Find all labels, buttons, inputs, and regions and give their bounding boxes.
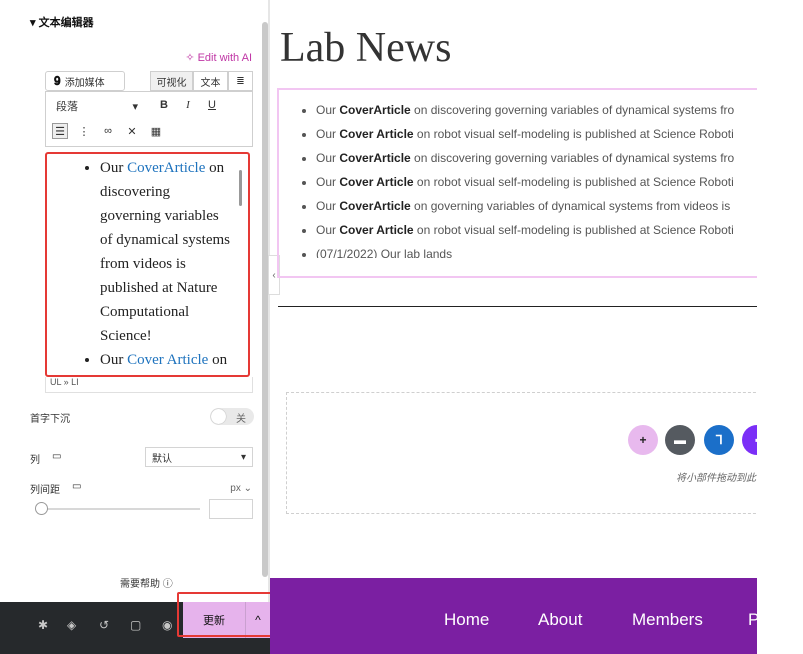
list-item: Our CoverArticle on discovering governin…: [316, 98, 756, 122]
nav-members[interactable]: Members: [632, 610, 703, 630]
news-link[interactable]: CoverArticle: [339, 151, 410, 165]
format-select-value: 段落: [56, 101, 78, 113]
text-before: Our: [100, 352, 128, 368]
news-list: Our CoverArticle on discovering governin…: [296, 98, 756, 258]
toolbar-toggle-icon[interactable]: ≣: [228, 71, 253, 91]
element-path: UL » LI: [45, 377, 253, 393]
drop-cap-toggle[interactable]: 关: [210, 408, 254, 425]
toggle-state: 关: [236, 414, 246, 425]
eye-icon[interactable]: ◉: [162, 618, 172, 632]
nav-about[interactable]: About: [538, 610, 582, 630]
columns-select[interactable]: 默认 ▾: [145, 447, 253, 467]
add-section-icon[interactable]: +: [628, 425, 658, 455]
text-before: Our: [100, 160, 128, 176]
news-text: on governing variables of dynamical syst…: [410, 199, 731, 213]
edit-with-ai-link[interactable]: ✧ Edit with AI: [185, 51, 252, 64]
cover-article-link[interactable]: Cover Article: [127, 352, 208, 368]
news-text: on robot visual self-modeling is publish…: [413, 175, 734, 189]
unit-select[interactable]: px ⌄: [230, 483, 252, 494]
responsive-icon[interactable]: ▢: [130, 618, 141, 632]
nav-home[interactable]: Home: [444, 610, 489, 630]
template-icon[interactable]: ᒣ: [704, 425, 734, 455]
add-media-label: 添加媒体: [64, 77, 105, 89]
list-item[interactable]: Our Cover Article on: [100, 348, 232, 372]
widget-drop-zone[interactable]: [286, 392, 766, 514]
add-media-button[interactable]: 𝟗 添加媒体: [45, 71, 125, 91]
page-title: Lab News: [280, 25, 452, 71]
column-gap-input[interactable]: [209, 499, 253, 519]
text-after: on discovering governing variables of dy…: [100, 160, 230, 344]
list-item[interactable]: Our CoverArticle on discovering governin…: [100, 156, 232, 348]
link-icon[interactable]: ∞: [100, 123, 116, 139]
news-text: Our: [316, 175, 340, 189]
list-item: Our CoverArticle on discovering governin…: [316, 146, 756, 170]
divider: [278, 306, 768, 307]
news-text: on discovering governing variables of dy…: [410, 151, 735, 165]
columns-select-value: 默认: [152, 453, 172, 465]
italic-button[interactable]: I: [180, 97, 196, 113]
news-text: on robot visual self-modeling is publish…: [413, 127, 734, 141]
news-text: on discovering governing variables of dy…: [410, 103, 735, 117]
news-link[interactable]: CoverArticle: [339, 199, 410, 213]
tab-text[interactable]: 文本: [193, 71, 228, 91]
gear-icon[interactable]: ✱: [38, 618, 48, 632]
cover-article-link[interactable]: CoverArticle: [127, 160, 205, 176]
editor-toolbar: 段落 ▾ B I U ☰ ⋮ ∞ ✕ ▦: [45, 91, 253, 147]
news-text: Our: [316, 103, 340, 117]
columns-label: 列: [30, 455, 40, 466]
news-link[interactable]: Cover Article: [339, 175, 413, 189]
site-footer-nav: [270, 578, 803, 654]
bold-button[interactable]: B: [156, 97, 172, 113]
folder-icon[interactable]: ▬: [665, 425, 695, 455]
text-after: on: [208, 352, 228, 368]
news-text: Our: [316, 199, 340, 213]
list-item: Our CoverArticle on governing variables …: [316, 194, 756, 218]
drop-hint: 将小部件拖动到此: [676, 473, 756, 484]
list-item: (07/1/2022) Our lab lands: [316, 242, 756, 258]
news-text: Our: [316, 223, 340, 237]
desktop-icon[interactable]: ▭: [52, 451, 61, 462]
underline-button[interactable]: U: [204, 97, 220, 113]
news-text: Our: [316, 127, 340, 141]
news-text: Our: [316, 151, 340, 165]
tab-visual[interactable]: 可视化: [150, 71, 193, 91]
layers-icon[interactable]: ◈: [67, 618, 76, 632]
section-title[interactable]: ▾ 文本编辑器: [30, 14, 94, 30]
editor-content[interactable]: Our CoverArticle on discovering governin…: [52, 156, 232, 374]
news-link[interactable]: Cover Article: [339, 127, 413, 141]
drop-cap-label: 首字下沉: [30, 414, 70, 425]
format-select[interactable]: 段落 ▾: [52, 97, 142, 115]
list-item: Our Cover Article on robot visual self-m…: [316, 170, 756, 194]
bullet-list-icon[interactable]: ☰: [52, 123, 68, 139]
numbered-list-icon[interactable]: ⋮: [76, 123, 92, 139]
editor-panel: ▾ 文本编辑器 ✧ Edit with AI 𝟗 添加媒体 可视化 文本 ≣ 段…: [0, 0, 262, 654]
viewport-edge: [757, 0, 803, 654]
rich-text-editor[interactable]: Our CoverArticle on discovering governin…: [45, 152, 250, 377]
column-gap-label: 列间距: [30, 485, 60, 496]
list-item: Our Cover Article on robot visual self-m…: [316, 122, 756, 146]
toggle-knob: [211, 409, 226, 424]
need-help-link[interactable]: 需要帮助 ⓘ: [120, 575, 173, 590]
chevron-down-icon: ▾: [132, 100, 138, 113]
editor-scrollbar[interactable]: [239, 170, 242, 206]
column-gap-slider[interactable]: [40, 508, 200, 510]
keyboard-icon[interactable]: ▦: [148, 123, 164, 139]
fullscreen-icon[interactable]: ✕: [124, 123, 140, 139]
news-text: (07/1/2022) Our lab lands: [316, 247, 453, 258]
news-text: on robot visual self-modeling is publish…: [413, 223, 734, 237]
news-link[interactable]: CoverArticle: [339, 103, 410, 117]
chevron-down-icon: ▾: [240, 451, 246, 463]
history-icon[interactable]: ↺: [99, 618, 109, 632]
slider-handle[interactable]: [35, 502, 48, 515]
news-link[interactable]: Cover Article: [339, 223, 413, 237]
list-item: Our Cover Article on robot visual self-m…: [316, 218, 756, 242]
desktop-icon[interactable]: ▭: [72, 481, 81, 492]
media-icon: 𝟗: [54, 73, 61, 88]
